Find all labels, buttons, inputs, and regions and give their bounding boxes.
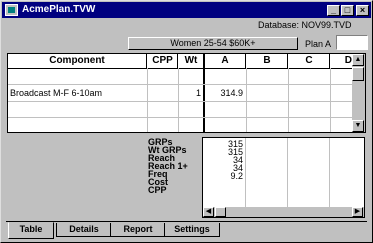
summary-labels: GRPs Wt GRPs Reach Reach 1+ Freq Cost CP…: [148, 138, 202, 208]
scroll-up-button[interactable]: ▲: [352, 54, 364, 66]
column-header-d[interactable]: D: [331, 54, 352, 68]
summary-grid: 315 315 34 34 9.2: [202, 137, 365, 218]
metric-label-cpp: CPP: [148, 185, 167, 195]
column-header-component[interactable]: Component: [8, 54, 147, 68]
column-header-cpp[interactable]: CPP: [148, 54, 178, 68]
column-header-c[interactable]: C: [289, 54, 330, 68]
demographic-button[interactable]: Women 25-54 $60K+: [128, 37, 298, 50]
column-header-b[interactable]: B: [247, 54, 288, 68]
arrow-right-icon: ▶: [354, 208, 361, 215]
window-title: AcmePlan.TVW: [22, 4, 96, 15]
close-icon: ×: [359, 5, 366, 15]
col-sep: [287, 138, 288, 207]
arrow-up-icon: ▲: [354, 56, 362, 63]
tab-report[interactable]: Report: [110, 223, 166, 237]
minimize-icon: _: [330, 5, 336, 15]
row-a-value[interactable]: 314.9: [205, 88, 243, 98]
col-sep: [329, 138, 330, 207]
plan-label: Plan A: [305, 39, 332, 49]
tab-strip-line: [6, 221, 367, 222]
grid-vertical-scrollbar[interactable]: ▲ ▼: [352, 54, 365, 132]
maximize-icon: □: [344, 5, 351, 15]
component-grid: Component CPP Wt A B C D Broadcast M-F 6…: [7, 53, 366, 133]
scroll-thumb[interactable]: [352, 67, 364, 81]
header-divider: [8, 68, 352, 69]
metric-value-freq[interactable]: 9.2: [203, 172, 243, 181]
minimize-button[interactable]: _: [327, 5, 340, 16]
row-sep: [8, 101, 352, 102]
scroll-down-button[interactable]: ▼: [352, 120, 364, 132]
tab-settings[interactable]: Settings: [164, 223, 220, 237]
app-icon[interactable]: [5, 4, 18, 16]
summary-values-a: 315 315 34 34 9.2: [203, 140, 243, 181]
col-sep: [245, 138, 246, 207]
column-header-wt[interactable]: Wt: [179, 54, 203, 68]
maximize-button[interactable]: □: [341, 5, 354, 16]
scroll-thumb-horizontal[interactable]: [215, 207, 226, 217]
database-label: Database: NOV99.TVD: [258, 20, 352, 30]
scroll-left-button[interactable]: ◀: [203, 207, 214, 217]
plan-input[interactable]: [336, 35, 368, 50]
tab-details[interactable]: Details: [56, 223, 112, 237]
title-bar[interactable]: AcmePlan.TVW _ □ ×: [2, 2, 371, 18]
row-sep: [8, 117, 352, 118]
column-header-a[interactable]: A: [205, 54, 246, 68]
summary-horizontal-scrollbar[interactable]: ◀ ▶: [203, 207, 364, 217]
arrow-down-icon: ▼: [354, 122, 362, 129]
row-wt[interactable]: 1: [179, 88, 201, 98]
tab-table[interactable]: Table: [8, 222, 54, 239]
arrow-left-icon: ◀: [205, 208, 212, 215]
scroll-right-button[interactable]: ▶: [352, 207, 363, 217]
close-button[interactable]: ×: [356, 5, 369, 16]
table-row[interactable]: Broadcast M-F 6-10am 1 314.9: [8, 85, 352, 101]
row-component[interactable]: Broadcast M-F 6-10am: [10, 88, 102, 98]
